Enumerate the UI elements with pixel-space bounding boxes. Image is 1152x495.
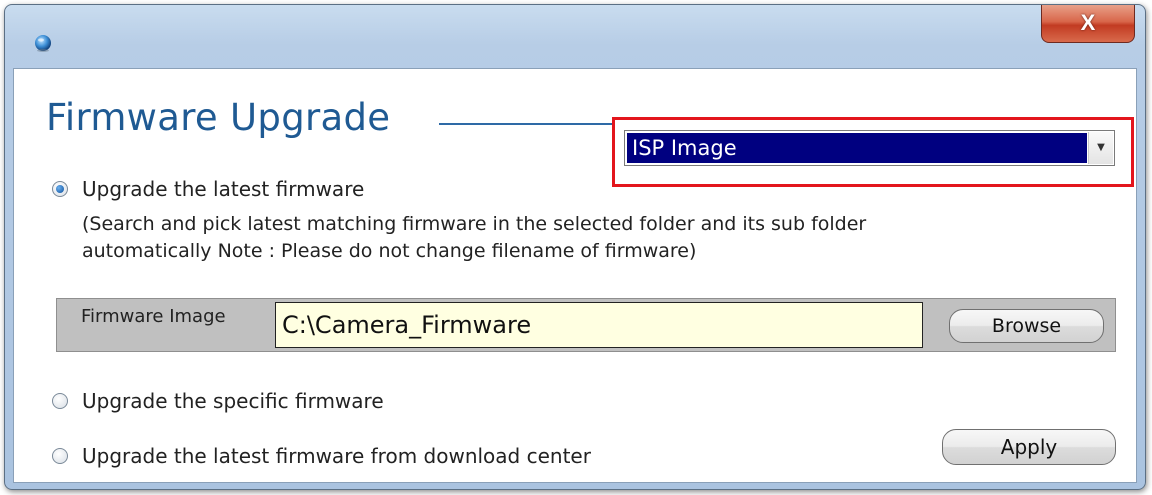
firmware-image-row: Firmware Image Browse	[56, 298, 1116, 352]
radio-specific-firmware[interactable]	[52, 393, 68, 409]
radio-download-center[interactable]	[52, 448, 68, 464]
image-type-selected-value: ISP Image	[627, 133, 1087, 163]
option-label: Upgrade the latest firmware	[82, 177, 365, 201]
option-label: Upgrade the latest firmware from downloa…	[82, 444, 591, 468]
globe-icon	[35, 35, 51, 52]
dialog-window: X Firmware Upgrade ISP Image ▼ Upgrade t…	[4, 4, 1146, 490]
close-button[interactable]: X	[1041, 5, 1135, 43]
page-title: Firmware Upgrade	[46, 96, 391, 139]
option-specific-firmware[interactable]: Upgrade the specific firmware	[52, 389, 384, 413]
option-latest-firmware[interactable]: Upgrade the latest firmware	[52, 177, 364, 201]
dialog-content: Firmware Upgrade ISP Image ▼ Upgrade the…	[13, 68, 1137, 483]
option-label: Upgrade the specific firmware	[82, 389, 384, 413]
browse-button[interactable]: Browse	[949, 309, 1104, 343]
image-type-select[interactable]: ISP Image ▼	[624, 130, 1115, 166]
search-note: (Search and pick latest matching firmwar…	[82, 213, 867, 262]
firmware-image-label: Firmware Image	[81, 306, 226, 327]
option-download-center[interactable]: Upgrade the latest firmware from downloa…	[52, 444, 591, 468]
apply-button[interactable]: Apply	[942, 429, 1116, 465]
firmware-path-input[interactable]	[275, 302, 923, 348]
radio-latest-firmware[interactable]	[52, 181, 68, 197]
chevron-down-icon[interactable]: ▼	[1088, 132, 1113, 164]
